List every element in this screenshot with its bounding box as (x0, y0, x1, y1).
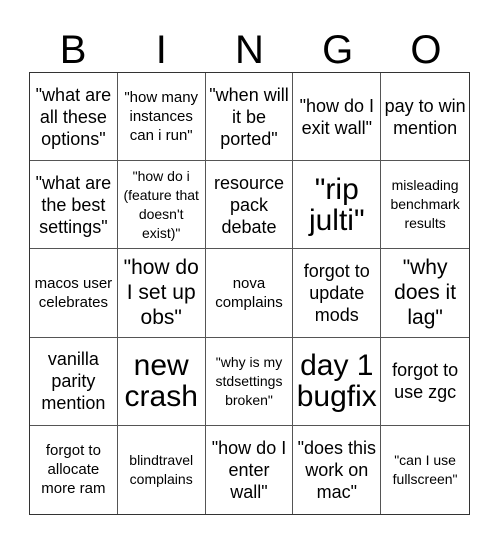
bingo-cell[interactable]: "can I use fullscreen" (381, 426, 469, 514)
bingo-cell[interactable]: forgot to use zgc (381, 338, 469, 426)
header-letter-b: B (59, 28, 87, 72)
bingo-cell-text: "why does it lag" (394, 256, 457, 330)
bingo-header: B I N G O (29, 28, 470, 72)
bingo-cell[interactable]: "how do i (feature that doesn't exist)" (117, 161, 206, 250)
bingo-cell-text: "how many instances can i run" (124, 89, 199, 145)
bingo-cell[interactable]: vanilla parity mention (30, 337, 118, 426)
bingo-cell[interactable]: day 1 bugfix (293, 337, 382, 426)
header-letter-g: G (322, 28, 354, 72)
bingo-cell-text: "can I use fullscreen" (392, 451, 458, 487)
bingo-cell[interactable]: new crash (117, 337, 206, 426)
bingo-cell-text: forgot to allocate more ram (41, 442, 106, 498)
bingo-cell[interactable]: resource pack debate (205, 161, 294, 250)
bingo-cell-text: "what are all these options" (35, 84, 112, 149)
header-letter-n: N (235, 28, 264, 72)
bingo-cell-text: "how do i (feature that doesn't exist)" (123, 167, 199, 241)
bingo-cell[interactable]: "rip julti" (293, 161, 382, 250)
bingo-cell[interactable]: "how do I set up obs" (117, 249, 206, 338)
bingo-cell-text: forgot to update mods (303, 260, 370, 325)
bingo-cell[interactable]: "how do I enter wall" (206, 425, 294, 514)
bingo-cell[interactable]: misleading benchmark results (381, 161, 469, 250)
bingo-cell-text: vanilla parity mention (41, 349, 106, 414)
bingo-cell[interactable]: forgot to update mods (293, 249, 382, 338)
bingo-cell-text: macos user celebrates (34, 274, 113, 311)
bingo-cell-text: "why is my stdsettings broken" (215, 353, 283, 408)
bingo-cell-text: resource pack debate (213, 172, 284, 237)
bingo-grid: "what are all these options" "how many in… (29, 72, 470, 515)
bingo-cell-text: forgot to use zgc (392, 360, 459, 403)
bingo-cell[interactable]: "when will it be ported" (205, 73, 294, 162)
bingo-cell[interactable]: "why is my stdsettings broken" (205, 337, 294, 426)
bingo-cell[interactable]: "what are all these options" (30, 73, 118, 162)
bingo-cell-text: nova complains (215, 274, 283, 311)
bingo-cell-text: day 1 bugfix (296, 349, 377, 414)
bingo-cell[interactable]: "how do I exit wall" (293, 73, 382, 162)
bingo-cell[interactable]: nova complains (205, 249, 294, 338)
bingo-cell[interactable]: blindtravel complains (118, 425, 206, 514)
bingo-cell[interactable]: "why does it lag" (381, 249, 469, 338)
bingo-cell-text: blindtravel complains (129, 451, 194, 487)
bingo-cell-text: "how do I exit wall" (299, 95, 374, 138)
bingo-cell[interactable]: "what are the best settings" (30, 161, 118, 250)
bingo-cell-text: "when will it be ported" (209, 84, 289, 149)
header-letter-o: O (410, 28, 442, 72)
bingo-cell-text: "rip julti" (308, 172, 365, 237)
bingo-cell[interactable]: "how many instances can i run" (117, 73, 206, 162)
header-letter-i: I (155, 28, 167, 72)
bingo-cell-text: misleading benchmark results (390, 177, 460, 232)
bingo-cell[interactable]: "does this work on mac" (293, 425, 382, 514)
bingo-cell-text: new crash (124, 349, 198, 414)
bingo-cell-text: "what are the best settings" (35, 172, 112, 237)
bingo-cell[interactable]: macos user celebrates (30, 249, 118, 338)
bingo-cell-text: pay to win mention (384, 95, 466, 138)
bingo-cell[interactable]: pay to win mention (381, 73, 469, 162)
bingo-cell[interactable]: forgot to allocate more ram (30, 425, 118, 514)
bingo-cell-text: "how do I set up obs" (123, 256, 199, 330)
bingo-cell-text: "how do I enter wall" (211, 437, 287, 502)
bingo-cell-text: "does this work on mac" (297, 437, 376, 502)
